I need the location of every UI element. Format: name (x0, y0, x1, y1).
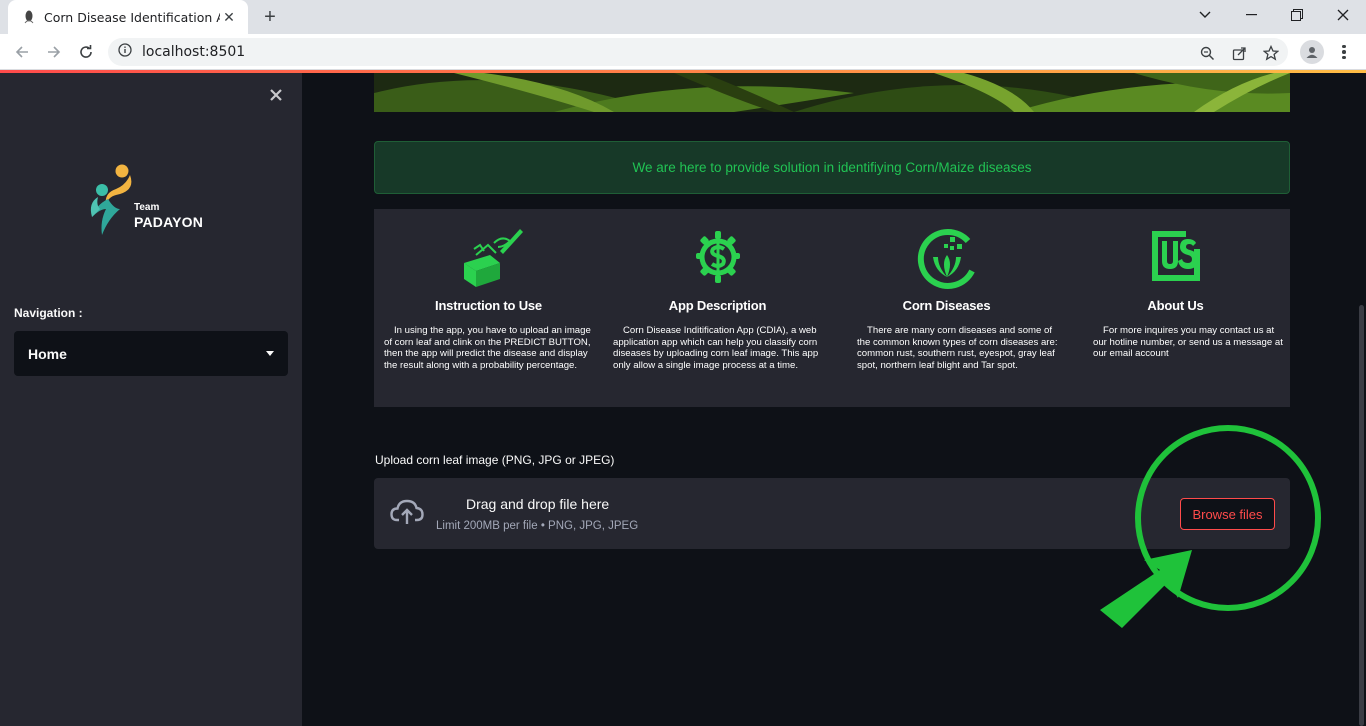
restore-button[interactable] (1274, 0, 1320, 30)
feature-instruction: Instruction to Use In using the app, you… (374, 209, 603, 407)
upload-label: Upload corn leaf image (PNG, JPG or JPEG… (375, 453, 615, 467)
feature-title: Corn Diseases (902, 298, 991, 313)
feature-corn-diseases: Corn Diseases There are many corn diseas… (832, 209, 1061, 407)
url-bar[interactable]: localhost:8501 (108, 38, 1288, 66)
info-alert: We are here to provide solution in ident… (374, 141, 1290, 194)
navigation-label: Navigation : (14, 306, 83, 320)
feature-description: Corn Disease Inditification App (CDIA), … (613, 325, 819, 371)
dropzone-limit-text: Limit 200MB per file • PNG, JPG, JPEG (436, 520, 639, 532)
feature-about-us: About Us For more inquires you may conta… (1061, 209, 1290, 407)
cloud-upload-icon (390, 498, 424, 526)
corn-favicon-icon (22, 10, 36, 24)
browser-menu-icon[interactable] (1334, 42, 1354, 62)
scrollbar[interactable] (1359, 305, 1364, 726)
navigation-selected-value: Home (28, 345, 67, 362)
zoom-icon[interactable] (1198, 44, 1216, 62)
logo-team-text: Team (134, 202, 160, 213)
logo-name-text: PADAYON (134, 214, 204, 230)
info-alert-text: We are here to provide solution in ident… (632, 160, 1032, 175)
feature-title: Instruction to Use (435, 298, 542, 313)
bookmark-star-icon[interactable] (1262, 44, 1280, 62)
dropzone-title: Drag and drop file here (466, 496, 610, 512)
forward-arrow-icon[interactable] (42, 40, 66, 64)
share-icon[interactable] (1230, 44, 1248, 62)
file-dropzone[interactable]: Drag and drop file here Limit 200MB per … (374, 478, 1290, 549)
browse-files-button[interactable]: Browse files (1180, 498, 1275, 530)
tab-search-icon[interactable] (1182, 0, 1228, 30)
tab-close-icon[interactable]: ✕ (220, 8, 238, 26)
back-arrow-icon[interactable] (10, 40, 34, 64)
feature-title: About Us (1147, 298, 1204, 313)
navigation-select[interactable]: Home (14, 331, 288, 376)
sidebar: Team PADAYON Navigation : Home (0, 73, 302, 726)
corn-field-banner-image (374, 73, 1290, 112)
feature-app-description: App Description Corn Disease Inditificat… (603, 209, 832, 407)
close-window-button[interactable] (1320, 0, 1366, 30)
leaf-circle-icon (832, 227, 1061, 289)
sidebar-close-icon[interactable] (266, 85, 286, 105)
browser-tab-bar: Corn Disease Identification App ✕ + (0, 0, 1366, 34)
reload-icon[interactable] (74, 40, 98, 64)
box-pencil-icon (374, 227, 603, 289)
feature-title: App Description (668, 298, 767, 313)
new-tab-button[interactable]: + (258, 6, 282, 28)
browser-tab[interactable]: Corn Disease Identification App ✕ (8, 0, 248, 34)
url-text: localhost:8501 (142, 44, 246, 60)
address-bar-row: localhost:8501 (0, 34, 1366, 70)
features-panel: Instruction to Use In using the app, you… (374, 209, 1290, 407)
profile-avatar-icon[interactable] (1300, 40, 1324, 64)
feature-description: In using the app, you have to upload an … (384, 325, 591, 371)
feature-description: There are many corn diseases and some of… (857, 325, 1058, 371)
site-info-icon[interactable] (118, 42, 132, 62)
us-badge-icon (1061, 227, 1290, 289)
minimize-button[interactable] (1228, 0, 1274, 30)
tab-title: Corn Disease Identification App (44, 9, 220, 25)
chevron-down-icon (266, 351, 274, 356)
team-logo: Team PADAYON (86, 161, 203, 241)
feature-description: For more inquires you may contact us at … (1093, 325, 1283, 360)
gear-dollar-icon (603, 227, 832, 289)
